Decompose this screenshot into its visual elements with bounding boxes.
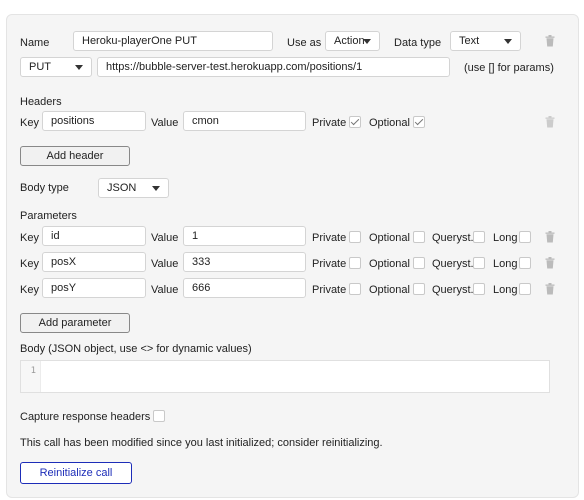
chevron-down-icon: [152, 186, 160, 191]
param-queryst-checkbox[interactable]: [473, 257, 485, 269]
param-long-label: Long: [493, 232, 518, 244]
add-header-button[interactable]: Add header: [20, 146, 130, 166]
param-private-checkbox[interactable]: [349, 231, 361, 243]
param-key-input[interactable]: id: [42, 226, 146, 246]
parameters-title: Parameters: [20, 210, 77, 222]
trash-icon[interactable]: [545, 116, 555, 128]
trash-icon[interactable]: [545, 283, 555, 295]
param-optional-label: Optional: [369, 284, 410, 296]
capture-checkbox[interactable]: [153, 410, 165, 422]
add-parameter-button[interactable]: Add parameter: [20, 313, 130, 333]
reinitialize-button[interactable]: Reinitialize call: [20, 462, 132, 484]
param-key-label: Key: [20, 258, 39, 270]
header-private-label: Private: [312, 117, 347, 129]
param-private-checkbox[interactable]: [349, 283, 361, 295]
headers-title: Headers: [20, 96, 62, 108]
param-key-label: Key: [20, 232, 39, 244]
param-long-checkbox[interactable]: [519, 231, 531, 243]
param-key-input[interactable]: posY: [42, 278, 146, 298]
name-input[interactable]: Heroku-playerOne PUT: [73, 31, 273, 51]
status-message: This call has been modified since you la…: [20, 437, 383, 449]
param-private-label: Private: [312, 232, 347, 244]
chevron-down-icon: [504, 39, 512, 44]
data-type-label: Data type: [394, 37, 442, 49]
method-value: PUT: [29, 61, 51, 73]
body-type-dropdown[interactable]: JSON: [98, 178, 169, 198]
param-queryst-label: Queryst.: [432, 232, 474, 244]
capture-label: Capture response headers: [20, 411, 151, 423]
header-optional-checkbox[interactable]: [413, 116, 425, 128]
param-queryst-label: Queryst.: [432, 284, 474, 296]
param-key-label: Key: [20, 284, 39, 296]
trash-icon[interactable]: [545, 231, 555, 243]
data-type-value: Text: [459, 35, 480, 47]
param-value-input[interactable]: 1: [183, 226, 306, 246]
param-optional-checkbox[interactable]: [413, 283, 425, 295]
param-long-label: Long: [493, 284, 518, 296]
param-long-checkbox[interactable]: [519, 257, 531, 269]
header-optional-label: Optional: [369, 117, 410, 129]
param-private-label: Private: [312, 258, 347, 270]
trash-icon[interactable]: [545, 35, 555, 47]
param-key-input[interactable]: posX: [42, 252, 146, 272]
method-dropdown[interactable]: PUT: [20, 57, 92, 77]
param-optional-checkbox[interactable]: [413, 231, 425, 243]
url-input[interactable]: https://bubble-server-test.herokuapp.com…: [97, 57, 450, 77]
param-value-label: Value: [151, 232, 179, 244]
use-as-label: Use as: [287, 37, 322, 49]
param-queryst-checkbox[interactable]: [473, 283, 485, 295]
param-private-label: Private: [312, 284, 347, 296]
param-value-label: Value: [151, 284, 179, 296]
body-label: Body (JSON object, use <> for dynamic va…: [20, 343, 252, 355]
param-queryst-label: Queryst.: [432, 258, 474, 270]
data-type-dropdown[interactable]: Text: [450, 31, 521, 51]
param-long-checkbox[interactable]: [519, 283, 531, 295]
chevron-down-icon: [75, 65, 83, 70]
use-as-value: Action: [334, 35, 365, 47]
trash-icon[interactable]: [545, 257, 555, 269]
param-private-checkbox[interactable]: [349, 257, 361, 269]
param-value-input[interactable]: 333: [183, 252, 306, 272]
param-value-input[interactable]: 666: [183, 278, 306, 298]
header-private-checkbox[interactable]: [349, 116, 361, 128]
name-label: Name: [20, 37, 50, 49]
param-queryst-checkbox[interactable]: [473, 231, 485, 243]
body-type-label: Body type: [20, 182, 69, 194]
line-number: 1: [21, 361, 41, 392]
header-value-label: Value: [151, 117, 179, 129]
param-value-label: Value: [151, 258, 179, 270]
header-value-input[interactable]: cmon: [183, 111, 306, 131]
use-as-dropdown[interactable]: Action: [325, 31, 380, 51]
param-optional-checkbox[interactable]: [413, 257, 425, 269]
param-optional-label: Optional: [369, 258, 410, 270]
param-optional-label: Optional: [369, 232, 410, 244]
api-call-panel: Name Heroku-playerOne PUT Use as Action …: [6, 14, 579, 498]
header-key-label: Key: [20, 117, 39, 129]
header-key-input[interactable]: positions: [42, 111, 146, 131]
chevron-down-icon: [363, 39, 371, 44]
url-hint: (use [] for params): [464, 62, 554, 74]
param-long-label: Long: [493, 258, 518, 270]
body-type-value: JSON: [107, 182, 137, 194]
body-editor[interactable]: 1: [20, 360, 550, 393]
